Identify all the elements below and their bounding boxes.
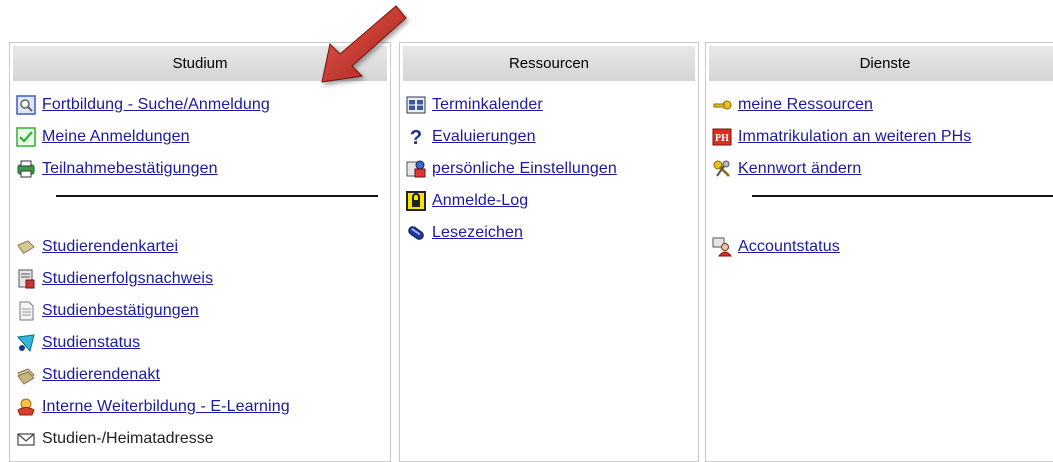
menu-item-studienbestaetigungen[interactable]: Studienbestätigungen	[16, 295, 390, 327]
menu-link[interactable]: Terminkalender	[432, 96, 543, 114]
report-icon	[16, 269, 36, 289]
menu-item-kennwort[interactable]: Kennwort ändern	[712, 153, 1053, 185]
menu-link[interactable]: Studierendenakt	[42, 366, 160, 384]
key-icon	[712, 95, 732, 115]
ph-icon: PH	[712, 127, 732, 147]
menu-link[interactable]: Interne Weiterbildung - E-Learning	[42, 398, 290, 416]
menu-item-einstellungen[interactable]: persönliche Einstellungen	[406, 153, 698, 185]
menu-item-anmelde-log[interactable]: Anmelde-Log	[406, 185, 698, 217]
menu-item-studierendenkartei[interactable]: Studierendenkartei	[16, 231, 390, 263]
ressourcen-panel: Ressourcen Terminkalender ? Evaluierunge…	[399, 42, 699, 462]
status-icon	[16, 333, 36, 353]
menu-link[interactable]: Anmelde-Log	[432, 192, 528, 210]
printer-icon	[16, 159, 36, 179]
menu-link[interactable]: Accountstatus	[738, 238, 840, 256]
menu-link[interactable]: Studienerfolgsnachweis	[42, 270, 213, 288]
menu-link[interactable]: Studienstatus	[42, 334, 140, 352]
menu-link[interactable]: Fortbildung - Suche/Anmeldung	[42, 96, 270, 114]
settings-icon	[406, 159, 426, 179]
document-icon	[16, 301, 36, 321]
svg-text:PH: PH	[715, 133, 729, 144]
menu-link[interactable]: Kennwort ändern	[738, 160, 861, 178]
menu-item-heimatadresse[interactable]: Studien-/Heimatadresse	[16, 423, 390, 455]
menu-item-studienstatus[interactable]: Studienstatus	[16, 327, 390, 359]
folder-file-icon	[16, 365, 36, 385]
menu-link[interactable]: Meine Anmeldungen	[42, 128, 190, 146]
keys-icon	[712, 159, 732, 179]
menu-item-elearning[interactable]: Interne Weiterbildung - E-Learning	[16, 391, 390, 423]
lock-icon	[406, 191, 426, 211]
question-icon: ?	[406, 127, 426, 147]
menu-link[interactable]: Lesezeichen	[432, 224, 523, 242]
menu-item-accountstatus[interactable]: Accountstatus	[712, 231, 1053, 263]
annotation-arrow-icon	[321, 5, 407, 83]
menu-link[interactable]: Studierendenkartei	[42, 238, 178, 256]
menu-link[interactable]: Immatrikulation an weiteren PHs	[738, 128, 971, 146]
menu-item-terminkalender[interactable]: Terminkalender	[406, 89, 698, 121]
user-account-icon	[712, 237, 732, 257]
ressourcen-header: Ressourcen	[403, 46, 695, 81]
checkmark-icon	[16, 127, 36, 147]
envelope-icon	[16, 429, 36, 449]
menu-item-meine-ressourcen[interactable]: meine Ressourcen	[712, 89, 1053, 121]
menu-link[interactable]: meine Ressourcen	[738, 96, 873, 114]
menu-text[interactable]: Studien-/Heimatadresse	[42, 430, 214, 448]
dienste-header: Dienste	[709, 46, 1053, 81]
menu-link[interactable]: Teilnahmebestätigungen	[42, 160, 218, 178]
magnifier-window-icon	[16, 95, 36, 115]
menu-item-evaluierungen[interactable]: ? Evaluierungen	[406, 121, 698, 153]
menu-item-teilnahme[interactable]: Teilnahmebestätigungen	[16, 153, 390, 185]
dienste-panel: Dienste meine Ressourcen PH Immatrikulat…	[705, 42, 1053, 462]
menu-link[interactable]: persönliche Einstellungen	[432, 160, 617, 178]
menu-item-immatrikulation[interactable]: PH Immatrikulation an weiteren PHs	[712, 121, 1053, 153]
menu-item-lesezeichen[interactable]: Lesezeichen	[406, 217, 698, 249]
menu-item-studienerfolg[interactable]: Studienerfolgsnachweis	[16, 263, 390, 295]
menu-link[interactable]: Studienbestätigungen	[42, 302, 199, 320]
svg-text:?: ?	[410, 127, 422, 147]
menu-item-meine-anmeldungen[interactable]: Meine Anmeldungen	[16, 121, 390, 153]
learning-icon	[16, 397, 36, 417]
menu-item-studierendenakt[interactable]: Studierendenakt	[16, 359, 390, 391]
menu-link[interactable]: Evaluierungen	[432, 128, 536, 146]
card-file-icon	[16, 237, 36, 257]
bookmark-icon	[406, 223, 426, 243]
